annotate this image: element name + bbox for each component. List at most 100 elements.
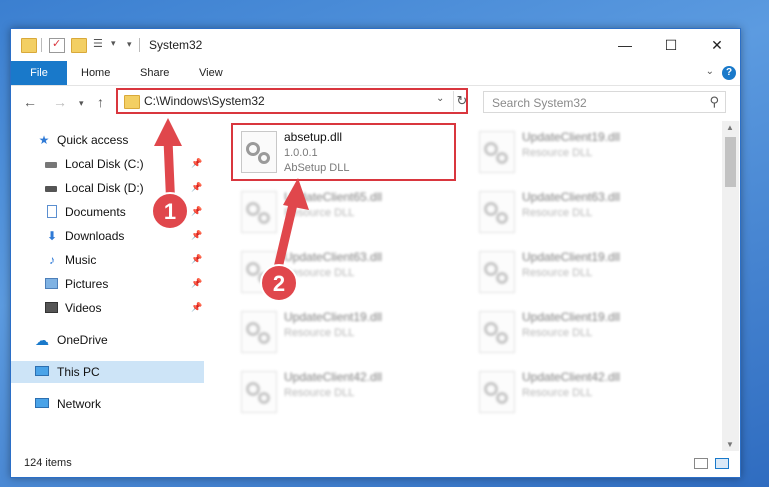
download-icon: ⬇	[46, 229, 58, 243]
pin-icon[interactable]: 📌	[191, 230, 202, 241]
search-placeholder: Search System32	[492, 96, 587, 110]
file-description: Resource DLL	[284, 387, 355, 399]
chevron-down-icon[interactable]: ▾	[127, 39, 132, 50]
file-description: Resource DLL	[284, 207, 355, 219]
documents-icon	[45, 205, 59, 219]
sidebar-item-network[interactable]: Network	[11, 393, 204, 415]
file-item[interactable]: UpdateClient65.dll Resource DLL	[231, 185, 455, 239]
sidebar-item-quick-access[interactable]: ★ Quick access	[11, 129, 204, 151]
sidebar-item-documents[interactable]: Documents 📌	[11, 201, 204, 223]
file-description: Resource DLL	[522, 327, 593, 339]
file-description: Resource DLL	[284, 327, 355, 339]
sidebar-item-label: Documents	[65, 205, 126, 219]
file-description: Resource DLL	[522, 207, 593, 219]
forward-button[interactable]: →	[53, 94, 67, 110]
sidebar-item-label: Music	[65, 253, 97, 267]
refresh-icon[interactable]: ↻	[453, 91, 470, 111]
window-title: System32	[149, 38, 203, 52]
cloud-icon: ☁	[35, 332, 49, 348]
close-button[interactable]: ✕	[694, 29, 740, 61]
sidebar-item-label: Pictures	[65, 277, 109, 291]
properties-icon[interactable]: ✓	[49, 38, 65, 53]
dll-file-icon	[479, 191, 515, 233]
address-dropdown-icon[interactable]: ⌄	[436, 93, 444, 104]
sidebar-item-this-pc[interactable]: This PC	[11, 361, 204, 383]
file-item[interactable]: UpdateClient63.dll Resource DLL	[231, 245, 455, 299]
file-item[interactable]: UpdateClient42.dll Resource DLL	[469, 365, 693, 419]
file-item[interactable]: UpdateClient42.dll Resource DLL	[231, 365, 455, 419]
customize-icon[interactable]: ☰	[93, 38, 107, 51]
maximize-button[interactable]: ☐	[648, 29, 694, 61]
drive-icon	[45, 181, 59, 195]
folder-icon	[124, 95, 140, 109]
ribbon-expand-icon[interactable]: ⌄	[706, 66, 714, 77]
back-button[interactable]: ←	[23, 94, 37, 110]
dll-file-icon	[479, 311, 515, 353]
star-icon: ★	[38, 133, 50, 147]
file-description: Resource DLL	[522, 387, 593, 399]
sidebar-item-music[interactable]: ♪ Music 📌	[11, 249, 204, 271]
large-icons-view-icon[interactable]	[715, 458, 729, 469]
network-icon	[35, 397, 49, 411]
tab-home[interactable]: Home	[81, 61, 110, 85]
sidebar-item-downloads[interactable]: ⬇ Downloads 📌	[11, 225, 204, 247]
file-item[interactable]: UpdateClient19.dll Resource DLL	[231, 305, 455, 359]
pin-icon[interactable]: 📌	[191, 302, 202, 313]
ribbon: File Home Share View ⌄ ?	[11, 61, 740, 86]
new-folder-icon[interactable]	[71, 38, 87, 53]
sidebar-item-pictures[interactable]: Pictures 📌	[11, 273, 204, 295]
explorer-window: ✓ ☰ ▾ ▾ System32 — ☐ ✕ File Home Share V…	[10, 28, 741, 478]
file-name: UpdateClient19.dll	[522, 250, 621, 264]
dll-file-icon	[479, 371, 515, 413]
file-name: UpdateClient63.dll	[284, 250, 383, 264]
minimize-button[interactable]: —	[602, 29, 648, 61]
file-tab[interactable]: File	[11, 61, 67, 85]
divider	[139, 38, 140, 52]
file-item[interactable]: UpdateClient19.dll Resource DLL	[469, 245, 693, 299]
drive-icon	[45, 157, 59, 171]
help-icon[interactable]: ?	[722, 66, 736, 80]
tab-view[interactable]: View	[199, 61, 223, 85]
highlight-frame	[231, 123, 456, 181]
details-view-icon[interactable]	[694, 458, 708, 469]
pin-icon[interactable]: 📌	[191, 206, 202, 217]
item-count: 124 items	[24, 457, 72, 469]
computer-icon	[35, 365, 49, 379]
pin-icon[interactable]: 📌	[191, 182, 202, 193]
sidebar-item-label: Network	[57, 397, 102, 411]
up-button[interactable]: ↑	[97, 94, 104, 110]
file-item[interactable]: UpdateClient63.dll Resource DLL	[469, 185, 693, 239]
sidebar-item-onedrive[interactable]: ☁ OneDrive	[11, 329, 204, 351]
file-item[interactable]: UpdateClient19.dll Resource DLL	[469, 125, 693, 179]
file-name: UpdateClient65.dll	[284, 190, 383, 204]
folder-icon	[21, 38, 37, 53]
dll-file-icon	[479, 251, 515, 293]
file-name: UpdateClient19.dll	[522, 130, 621, 144]
scroll-thumb[interactable]	[725, 137, 736, 187]
dll-file-icon	[241, 371, 277, 413]
pin-icon[interactable]: 📌	[191, 254, 202, 265]
pin-icon[interactable]: 📌	[191, 158, 202, 169]
search-input[interactable]: Search System32 ⚲	[483, 91, 726, 113]
search-icon[interactable]: ⚲	[709, 94, 719, 110]
vertical-scrollbar[interactable]: ▲ ▼	[722, 121, 739, 451]
file-description: Resource DLL	[522, 267, 593, 279]
recent-locations-icon[interactable]: ▾	[79, 98, 84, 109]
divider	[41, 38, 42, 52]
videos-icon	[45, 301, 59, 315]
pin-icon[interactable]: 📌	[191, 278, 202, 289]
scroll-down-icon[interactable]: ▼	[726, 440, 734, 449]
sidebar-item-videos[interactable]: Videos 📌	[11, 297, 204, 319]
qat-dropdown-icon[interactable]: ▾	[111, 38, 116, 49]
scroll-up-icon[interactable]: ▲	[726, 123, 734, 132]
address-bar[interactable]: C:\Windows\System32 ⌄ ↻	[116, 88, 468, 114]
dll-file-icon	[241, 191, 277, 233]
file-name: UpdateClient63.dll	[522, 190, 621, 204]
file-name: UpdateClient42.dll	[284, 370, 383, 384]
file-item[interactable]: UpdateClient19.dll Resource DLL	[469, 305, 693, 359]
tab-share[interactable]: Share	[140, 61, 169, 85]
sidebar-item-local-disk-c[interactable]: Local Disk (C:) 📌	[11, 153, 204, 175]
music-icon: ♪	[49, 253, 55, 267]
dll-file-icon	[479, 131, 515, 173]
sidebar-item-local-disk-d[interactable]: Local Disk (D:) 📌	[11, 177, 204, 199]
